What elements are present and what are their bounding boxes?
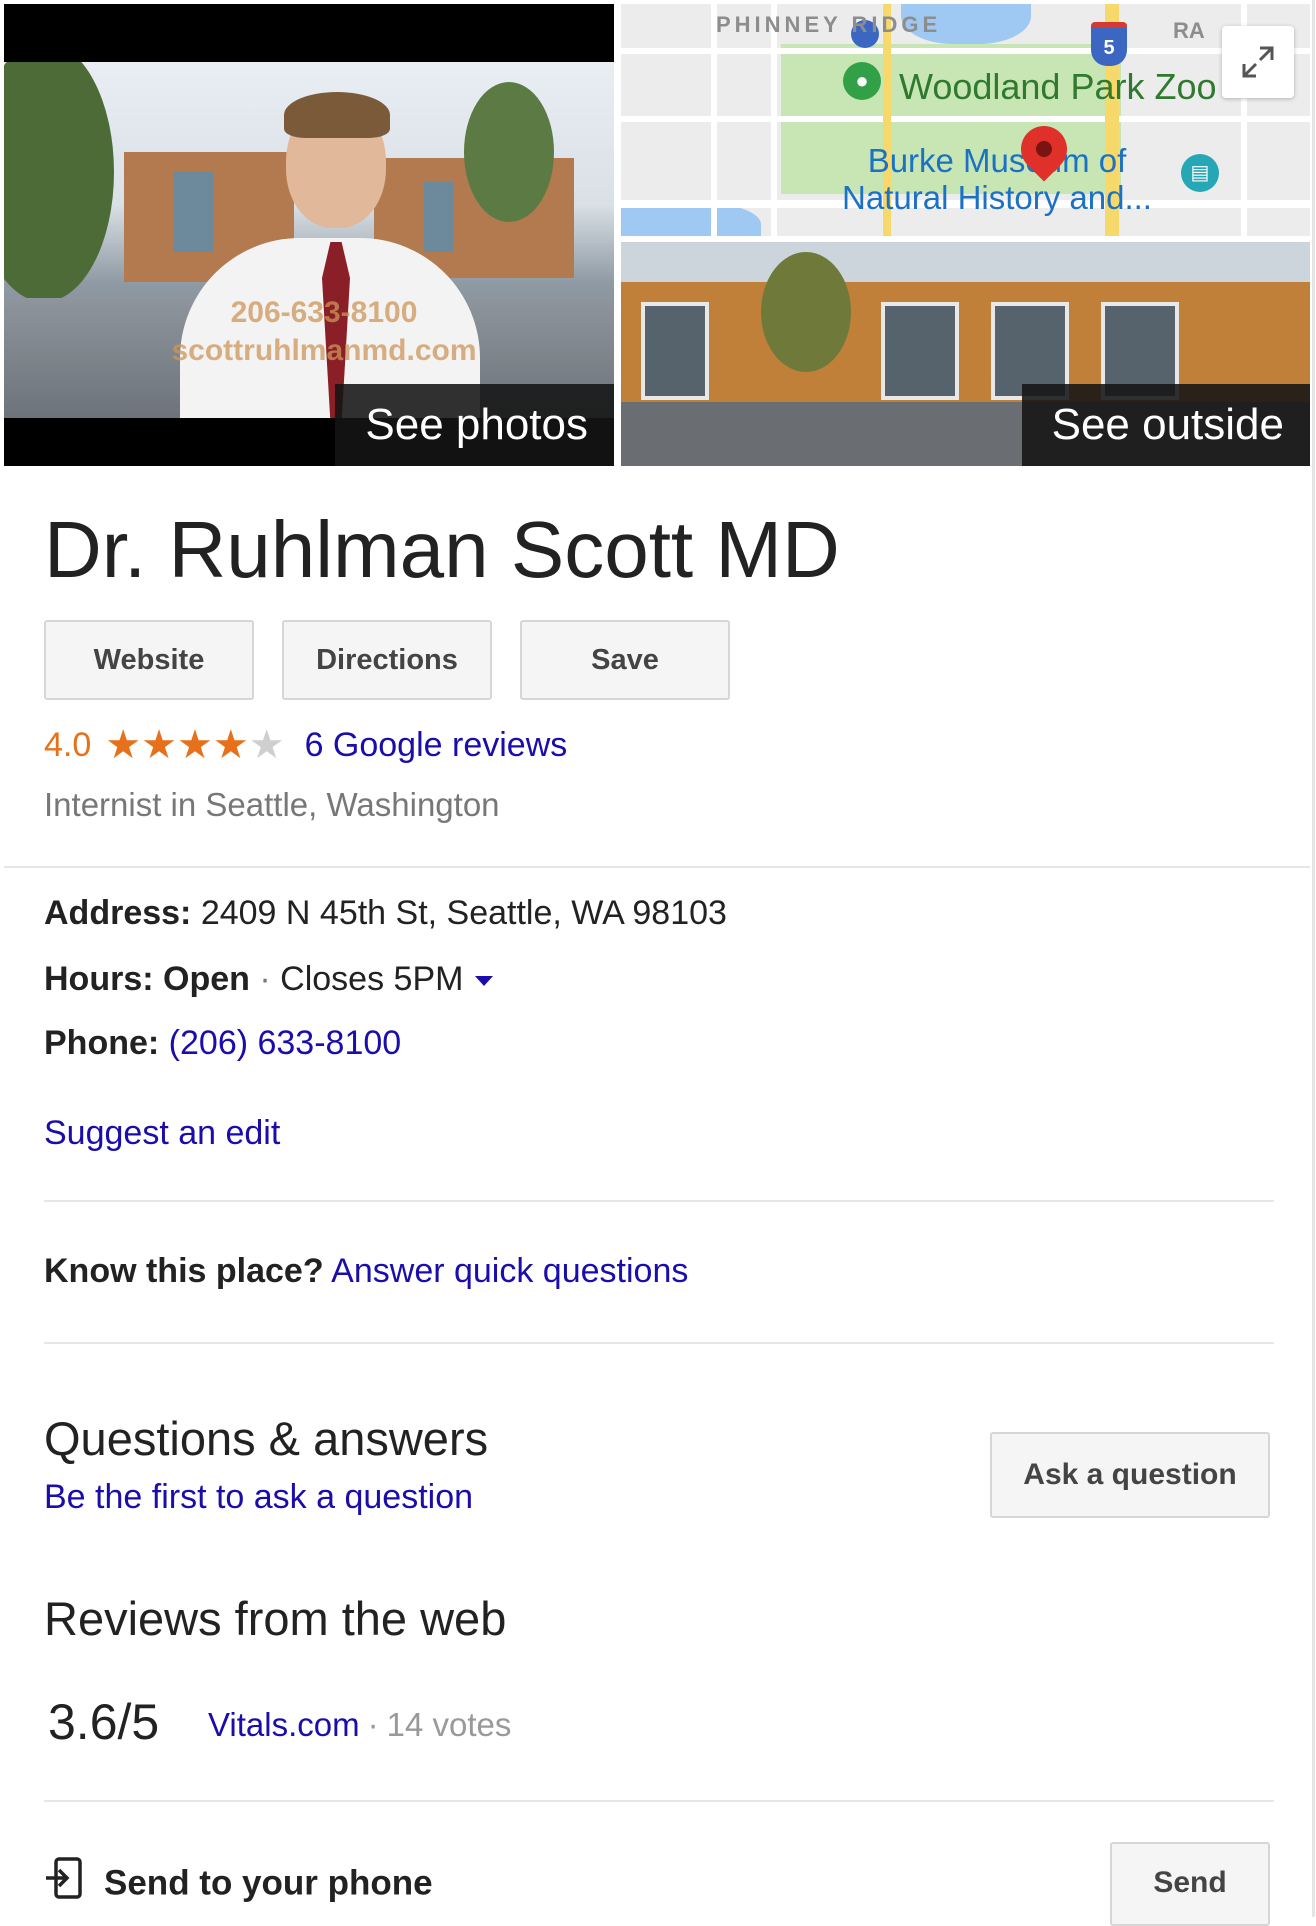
map-park-label: Woodland Park Zoo	[899, 66, 1217, 107]
divider	[44, 1800, 1274, 1802]
business-category: Internist in Seattle, Washington	[44, 786, 500, 823]
star-empty-icon: ★	[248, 723, 285, 767]
divider	[44, 1200, 1274, 1202]
send-button[interactable]: Send	[1110, 1842, 1270, 1926]
save-button[interactable]: Save	[520, 620, 730, 700]
address-label: Address:	[44, 894, 192, 932]
museum-icon: ▤	[1181, 154, 1219, 192]
send-to-phone-row[interactable]: Send to your phone	[44, 1856, 433, 1906]
business-title: Dr. Ruhlman Scott MD	[44, 505, 840, 594]
send-to-phone-label: Send to your phone	[104, 1863, 433, 1903]
website-button[interactable]: Website	[44, 620, 254, 700]
address-value: 2409 N 45th St, Seattle, WA 98103	[200, 894, 727, 932]
rating-row: 4.0 ★★★★★ 6 Google reviews	[44, 722, 567, 768]
web-review-source-row: Vitals.com · 14 votes	[208, 1702, 511, 1748]
hours-status: Open	[163, 960, 250, 998]
directions-button[interactable]: Directions	[282, 620, 492, 700]
doctor-photo: 206-633-8100 scottruhlmanmd.com	[4, 62, 614, 418]
photo-watermark: 206-633-8100 scottruhlmanmd.com	[171, 296, 477, 367]
map-neighborhood-label: PHINNEY RIDGE	[716, 12, 942, 37]
rating-value: 4.0	[44, 726, 92, 764]
see-outside-label: See outside	[1021, 384, 1310, 466]
outside-tile[interactable]: See outside	[621, 242, 1310, 466]
divider	[44, 1342, 1274, 1344]
vitals-link[interactable]: Vitals.com	[208, 1706, 360, 1743]
rating-stars: ★★★★★	[105, 722, 284, 770]
star-icon: ★	[212, 723, 249, 767]
phone-link[interactable]: (206) 633-8100	[169, 1024, 402, 1062]
know-place-row: Know this place? Answer quick questions	[44, 1248, 688, 1294]
web-review-score: 3.6/5	[48, 1694, 160, 1750]
answer-questions-link[interactable]: Answer quick questions	[331, 1252, 688, 1290]
hours-separator: ·	[259, 960, 271, 998]
zoo-paw-icon: ●	[843, 62, 881, 100]
star-icon: ★	[105, 723, 142, 767]
media-row: 206-633-8100 scottruhlmanmd.com See phot…	[4, 4, 1310, 466]
expand-map-button[interactable]	[1222, 26, 1294, 98]
hours-row: Hours: Open · Closes 5PM	[44, 956, 494, 1002]
qa-title: Questions & answers	[44, 1412, 489, 1465]
interstate-shield-icon: 5	[1091, 22, 1127, 66]
qa-subtitle-row: Be the first to ask a question	[44, 1474, 473, 1520]
ask-question-button[interactable]: Ask a question	[990, 1432, 1270, 1518]
hours-value[interactable]: Closes 5PM	[280, 960, 463, 998]
photos-tile[interactable]: 206-633-8100 scottruhlmanmd.com See phot…	[4, 4, 614, 466]
map-partial-label: RA	[1173, 18, 1205, 43]
phone-label: Phone:	[44, 1024, 160, 1062]
knowledge-panel: 206-633-8100 scottruhlmanmd.com See phot…	[0, 0, 1315, 1926]
see-photos-label: See photos	[335, 384, 614, 466]
source-separator: ·	[367, 1706, 379, 1743]
send-to-phone-icon	[44, 1856, 84, 1914]
phone-row: Phone: (206) 633-8100	[44, 1020, 401, 1066]
hours-dropdown-caret-icon[interactable]	[475, 976, 494, 987]
suggest-edit-link[interactable]: Suggest an edit	[44, 1114, 280, 1152]
star-icon: ★	[176, 723, 213, 767]
hours-label: Hours:	[44, 960, 154, 998]
first-question-link[interactable]: Be the first to ask a question	[44, 1478, 473, 1516]
expand-icon	[1242, 46, 1274, 78]
map-thumbnail[interactable]: PHINNEY RIDGE RA 5 ● Woodland Park Zoo B…	[621, 4, 1310, 236]
web-reviews-title: Reviews from the web	[44, 1592, 507, 1645]
suggest-edit-row: Suggest an edit	[44, 1110, 280, 1156]
map-poi-label: Burke Museum of Natural History and...	[842, 142, 1152, 216]
know-place-prompt: Know this place?	[44, 1252, 324, 1290]
divider	[4, 866, 1310, 868]
address-row: Address: 2409 N 45th St, Seattle, WA 981…	[44, 890, 727, 936]
star-icon: ★	[141, 723, 177, 767]
vote-count: 14 votes	[386, 1706, 512, 1743]
google-reviews-link[interactable]: 6 Google reviews	[305, 726, 568, 764]
